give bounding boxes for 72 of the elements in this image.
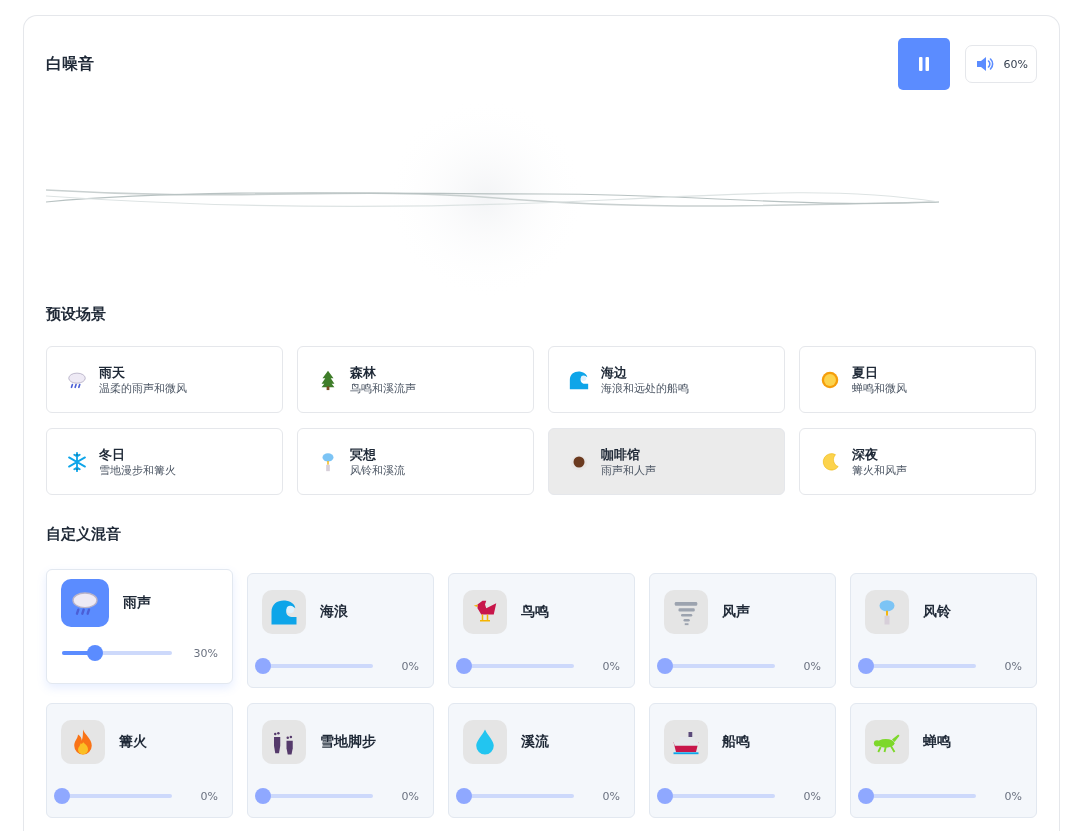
sound-name: 雨声 (123, 594, 151, 612)
preset-title: 雨天 (99, 363, 126, 381)
slider-thumb[interactable] (456, 788, 472, 804)
slider-thumb[interactable] (858, 658, 874, 674)
slider-thumb[interactable] (657, 788, 673, 804)
preset-card[interactable]: 森林 鸟鸣和溪流声 (297, 346, 534, 413)
volume-reading: 0% (802, 659, 821, 673)
slider-thumb[interactable] (858, 788, 874, 804)
sound-card[interactable]: 鸟鸣 0% (448, 573, 635, 688)
sound-name: 篝火 (119, 733, 147, 751)
volume-reading: 0% (802, 789, 821, 803)
volume-reading: 0% (400, 789, 419, 803)
volume-reading: 0% (400, 659, 419, 673)
preset-card[interactable]: 冥想 风铃和溪流 (297, 428, 534, 495)
volume-reading: 30% (192, 646, 218, 660)
preset-description: 海浪和远处的船鸣 (601, 380, 689, 396)
volume-button[interactable]: 60% (964, 45, 1037, 83)
sound-card[interactable]: 雨声 30% (46, 569, 233, 684)
slider-thumb[interactable] (54, 788, 70, 804)
speaker-icon (975, 56, 994, 72)
preset-description: 风铃和溪流 (350, 462, 405, 478)
section-heading: 自定义混音 (46, 525, 122, 544)
preset-card[interactable]: 雨天 温柔的雨声和微风 (46, 346, 283, 413)
app-title: 白噪音 (46, 53, 95, 75)
sound-name: 溪流 (521, 733, 549, 751)
sound-name: 海浪 (320, 603, 348, 621)
volume-reading: 0% (601, 659, 620, 673)
preset-description: 蝉鸣和微风 (852, 380, 907, 396)
volume-reading: 0% (601, 789, 620, 803)
preset-description: 鸟鸣和溪流声 (350, 380, 416, 396)
section-heading: 预设场景 (46, 305, 107, 324)
sound-card[interactable]: 船鸣 0% (649, 703, 836, 818)
preset-card[interactable]: 冬日 雪地漫步和篝火 (46, 428, 283, 495)
sound-name: 风铃 (923, 603, 951, 621)
slider-thumb[interactable] (456, 658, 472, 674)
slider-thumb[interactable] (657, 658, 673, 674)
preset-card[interactable]: 咖啡馆 雨声和人声 (548, 428, 785, 495)
preset-title: 海边 (601, 363, 628, 381)
preset-title: 冬日 (99, 445, 126, 463)
preset-card[interactable]: 海边 海浪和远处的船鸣 (548, 346, 785, 413)
sound-name: 船鸣 (722, 733, 750, 751)
preset-title: 森林 (350, 363, 377, 381)
preset-description: 温柔的雨声和微风 (99, 380, 187, 396)
sound-name: 蝉鸣 (923, 733, 951, 751)
preset-title: 冥想 (350, 445, 377, 463)
preset-description: 雪地漫步和篝火 (99, 462, 176, 478)
sound-card[interactable]: 雪地脚步 0% (247, 703, 434, 818)
sound-card[interactable]: 溪流 0% (448, 703, 635, 818)
preset-description: 雨声和人声 (601, 462, 656, 478)
sound-card[interactable]: 海浪 0% (247, 573, 434, 688)
sound-name: 风声 (722, 603, 750, 621)
sound-name: 雪地脚步 (320, 733, 376, 751)
preset-card[interactable]: 夏日 蝉鸣和微风 (799, 346, 1036, 413)
sound-name: 鸟鸣 (521, 603, 549, 621)
sound-card[interactable]: 蝉鸣 0% (850, 703, 1037, 818)
preset-title: 咖啡馆 (601, 445, 641, 463)
slider-thumb[interactable] (87, 645, 103, 661)
sound-card[interactable]: 篝火 0% (46, 703, 233, 818)
volume-reading: 0% (1003, 789, 1022, 803)
slider-thumb[interactable] (255, 658, 271, 674)
preset-title: 深夜 (852, 445, 879, 463)
sound-card[interactable]: 风铃 0% (850, 573, 1037, 688)
sound-card[interactable]: 风声 0% (649, 573, 836, 688)
slider-thumb[interactable] (255, 788, 271, 804)
volume-reading: 0% (1003, 659, 1022, 673)
volume-reading: 0% (199, 789, 218, 803)
preset-description: 篝火和风声 (852, 462, 907, 478)
preset-title: 夏日 (852, 363, 879, 381)
snowflake-icon (66, 450, 88, 473)
preset-card[interactable]: 深夜 篝火和风声 (799, 428, 1036, 495)
pause-button[interactable] (897, 38, 950, 90)
pause-icon (917, 57, 930, 71)
